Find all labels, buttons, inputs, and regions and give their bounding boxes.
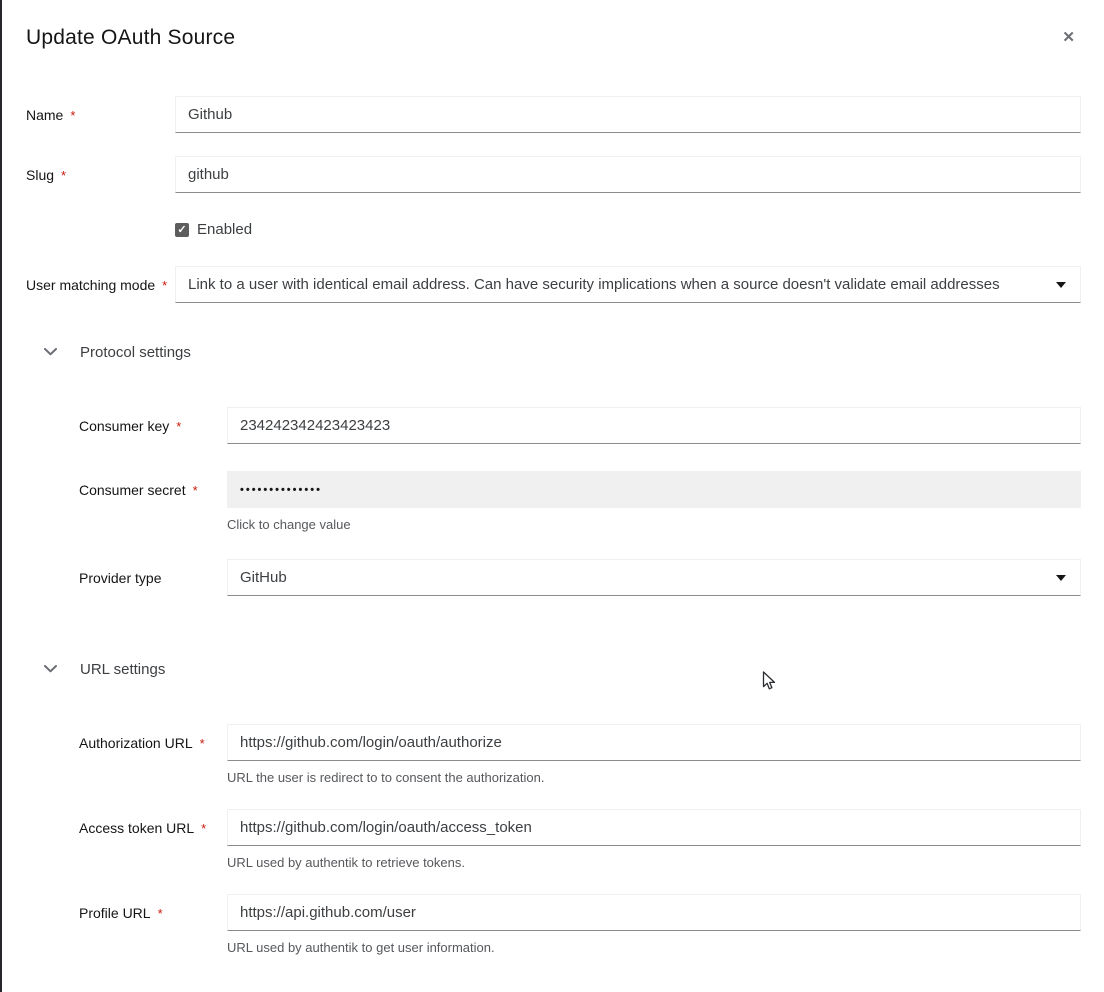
caret-down-icon	[1056, 282, 1066, 288]
required-asterisk: *	[200, 736, 205, 751]
name-input[interactable]	[175, 96, 1081, 133]
access-token-url-helper: URL used by authentik to retrieve tokens…	[227, 855, 1081, 870]
required-asterisk: *	[61, 168, 66, 183]
required-asterisk: *	[162, 278, 167, 293]
profile-url-row: Profile URL* URL used by authentik to ge…	[79, 894, 1081, 955]
provider-type-row: Provider type GitHub	[79, 559, 1081, 596]
required-asterisk: *	[176, 419, 181, 434]
profile-url-helper: URL used by authentik to get user inform…	[227, 940, 1081, 955]
protocol-settings-body: Consumer key* Consumer secret* Click to …	[26, 407, 1081, 596]
close-icon[interactable]: ✕	[1056, 28, 1081, 47]
enabled-row: ✓ Enabled	[26, 221, 1081, 238]
access-token-url-label: Access token URL*	[79, 809, 227, 837]
profile-url-input[interactable]	[227, 894, 1081, 931]
update-oauth-source-modal: Update OAuth Source ✕ Name* Slug* ✓ Enab…	[0, 0, 1104, 955]
consumer-secret-helper[interactable]: Click to change value	[227, 517, 1081, 532]
oauth-source-form: Name* Slug* ✓ Enabled User matching mode…	[26, 96, 1081, 955]
required-asterisk: *	[158, 906, 163, 921]
user-matching-mode-select[interactable]: Link to a user with identical email addr…	[175, 266, 1081, 303]
protocol-settings-section-toggle[interactable]: Protocol settings	[26, 343, 1081, 361]
provider-type-label: Provider type	[79, 559, 227, 586]
consumer-secret-row: Consumer secret* Click to change value	[79, 471, 1081, 532]
enabled-label: Enabled	[197, 221, 252, 238]
caret-down-icon	[1056, 575, 1066, 581]
user-matching-mode-label: User matching mode*	[26, 266, 175, 294]
required-asterisk: *	[201, 821, 206, 836]
modal-header: Update OAuth Source ✕	[26, 24, 1081, 52]
protocol-settings-title: Protocol settings	[80, 344, 191, 361]
slug-input[interactable]	[175, 156, 1081, 193]
authorization-url-helper: URL the user is redirect to to consent t…	[227, 770, 1081, 785]
required-asterisk: *	[193, 483, 198, 498]
url-settings-title: URL settings	[80, 661, 165, 678]
slug-row: Slug*	[26, 156, 1081, 193]
name-label: Name*	[26, 96, 175, 124]
required-asterisk: *	[70, 108, 75, 123]
authorization-url-input[interactable]	[227, 724, 1081, 761]
url-settings-section-toggle[interactable]: URL settings	[26, 660, 1081, 678]
drawer-left-edge	[0, 0, 2, 992]
provider-type-value: GitHub	[240, 569, 287, 586]
chevron-down-icon	[44, 660, 57, 678]
user-matching-mode-row: User matching mode* Link to a user with …	[26, 266, 1081, 303]
consumer-key-input[interactable]	[227, 407, 1081, 444]
page-title: Update OAuth Source	[26, 24, 235, 52]
access-token-url-input[interactable]	[227, 809, 1081, 846]
consumer-key-row: Consumer key*	[79, 407, 1081, 444]
slug-label: Slug*	[26, 156, 175, 184]
access-token-url-row: Access token URL* URL used by authentik …	[79, 809, 1081, 870]
name-row: Name*	[26, 96, 1081, 133]
consumer-secret-input[interactable]	[227, 471, 1081, 508]
checkbox-checked-icon[interactable]: ✓	[175, 223, 189, 237]
authorization-url-label: Authorization URL*	[79, 724, 227, 752]
consumer-key-label: Consumer key*	[79, 407, 227, 435]
enabled-checkbox[interactable]: ✓ Enabled	[175, 221, 1081, 238]
provider-type-select[interactable]: GitHub	[227, 559, 1081, 596]
consumer-secret-label: Consumer secret*	[79, 471, 227, 499]
authorization-url-row: Authorization URL* URL the user is redir…	[79, 724, 1081, 785]
profile-url-label: Profile URL*	[79, 894, 227, 922]
user-matching-mode-value: Link to a user with identical email addr…	[188, 276, 1000, 293]
chevron-down-icon	[44, 343, 57, 361]
url-settings-body: Authorization URL* URL the user is redir…	[26, 724, 1081, 955]
